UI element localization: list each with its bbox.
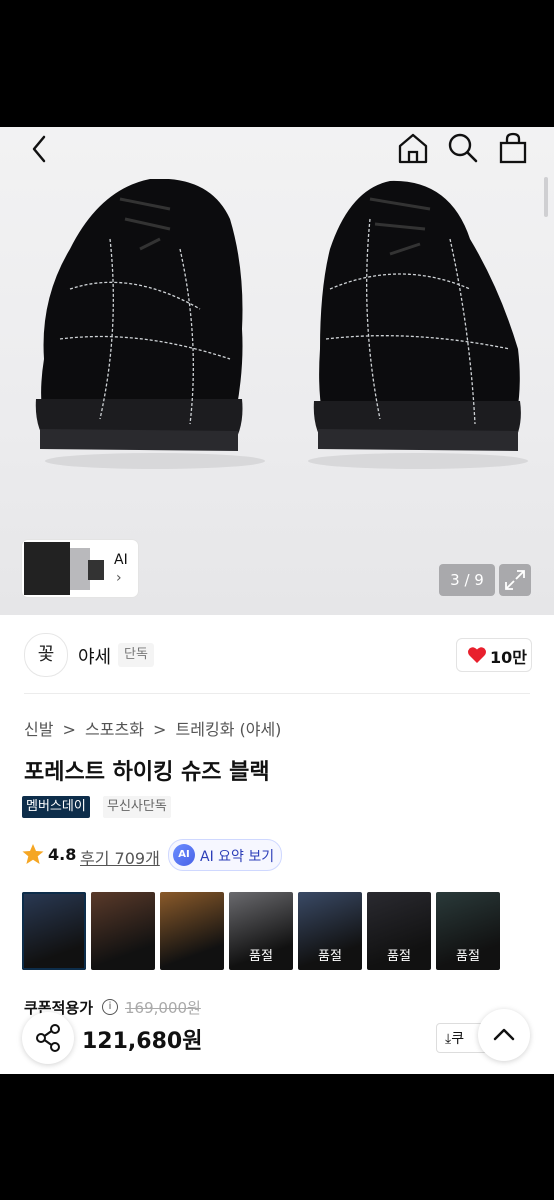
rating-value: 4.8 <box>48 845 77 864</box>
breadcrumb-separator: > <box>62 720 76 739</box>
final-price: 121,680원 <box>82 1029 203 1054</box>
breadcrumb: 신발 > 스포츠화 > 트레킹화 (야세) <box>24 716 281 740</box>
scroll-top-button[interactable] <box>478 1009 530 1061</box>
brand-row: 꽃 야세 단독 10만 <box>0 629 554 679</box>
color-option[interactable] <box>22 892 86 970</box>
member-day-tag: 멤버스데이 <box>22 796 90 818</box>
brand-name[interactable]: 야세 <box>78 643 111 669</box>
musinsa-exclusive-tag: 무신사단독 <box>103 796 171 818</box>
ai-image-preview[interactable]: AI › <box>22 540 138 597</box>
star-icon <box>22 844 44 864</box>
ai-summary-button[interactable]: AI AI 요약 보기 <box>168 839 282 871</box>
share-button[interactable] <box>22 1012 74 1064</box>
home-icon <box>398 133 428 164</box>
product-screen: AI › 3 / 9 꽃 야세 단독 10만 신발 > 스포츠화 > 트레킹화 … <box>0 127 554 1074</box>
ai-badge-icon: AI <box>173 844 195 866</box>
like-button[interactable]: 10만 <box>456 638 532 672</box>
color-option[interactable]: 품절 <box>367 892 431 970</box>
soldout-label: 품절 <box>387 949 411 964</box>
back-button[interactable] <box>26 133 54 165</box>
preview-photo-2 <box>70 548 90 590</box>
preview-photo-3 <box>88 560 104 580</box>
share-icon <box>36 1024 60 1052</box>
color-option[interactable]: 품절 <box>298 892 362 970</box>
exclusive-badge: 단독 <box>118 643 154 667</box>
divider <box>24 693 530 694</box>
color-option[interactable]: 품절 <box>436 892 500 970</box>
like-count: 10만 <box>490 648 527 667</box>
breadcrumb-item-shoes[interactable]: 신발 <box>24 720 53 739</box>
reviews-link[interactable]: 후기 709개 <box>80 845 160 869</box>
color-option[interactable] <box>91 892 155 970</box>
heart-icon <box>468 647 486 663</box>
product-title: 포레스트 하이킹 슈즈 블랙 <box>24 760 270 785</box>
breadcrumb-item-trekking[interactable]: 트레킹화 (야세) <box>176 720 282 739</box>
expand-image-button[interactable] <box>499 564 531 596</box>
info-icon[interactable]: i <box>102 999 118 1015</box>
ai-summary-label: AI 요약 보기 <box>200 849 275 865</box>
home-button[interactable] <box>396 131 430 165</box>
search-icon <box>448 133 478 163</box>
rating-row: 4.8 후기 709개 AI AI 요약 보기 <box>22 839 422 871</box>
back-icon <box>32 135 46 163</box>
brand-logo[interactable]: 꽃 <box>24 633 68 677</box>
soldout-label: 품절 <box>318 949 342 964</box>
breadcrumb-separator: > <box>153 720 167 739</box>
color-option[interactable]: 품절 <box>229 892 293 970</box>
product-image-gallery[interactable]: AI › 3 / 9 <box>0 127 554 615</box>
gallery-scroll-indicator <box>544 177 548 217</box>
search-button[interactable] <box>446 131 480 165</box>
product-photo <box>35 179 528 469</box>
cart-button[interactable] <box>496 131 530 165</box>
ai-preview-label: AI <box>114 552 128 568</box>
top-app-bar <box>0 127 554 171</box>
image-pager: 3 / 9 <box>439 564 495 596</box>
chevron-right-icon: › <box>116 570 122 586</box>
chevron-up-icon <box>493 1028 515 1041</box>
preview-photo-1 <box>24 542 70 595</box>
color-option[interactable] <box>160 892 224 970</box>
shopping-bag-icon <box>499 132 527 164</box>
original-price: 169,000원 <box>125 999 201 1017</box>
expand-icon <box>505 570 525 590</box>
soldout-label: 품절 <box>456 949 480 964</box>
soldout-label: 품절 <box>249 949 273 964</box>
breadcrumb-item-sports-shoes[interactable]: 스포츠화 <box>85 720 144 739</box>
color-options: 품절 품절 품절 품절 <box>22 892 522 972</box>
